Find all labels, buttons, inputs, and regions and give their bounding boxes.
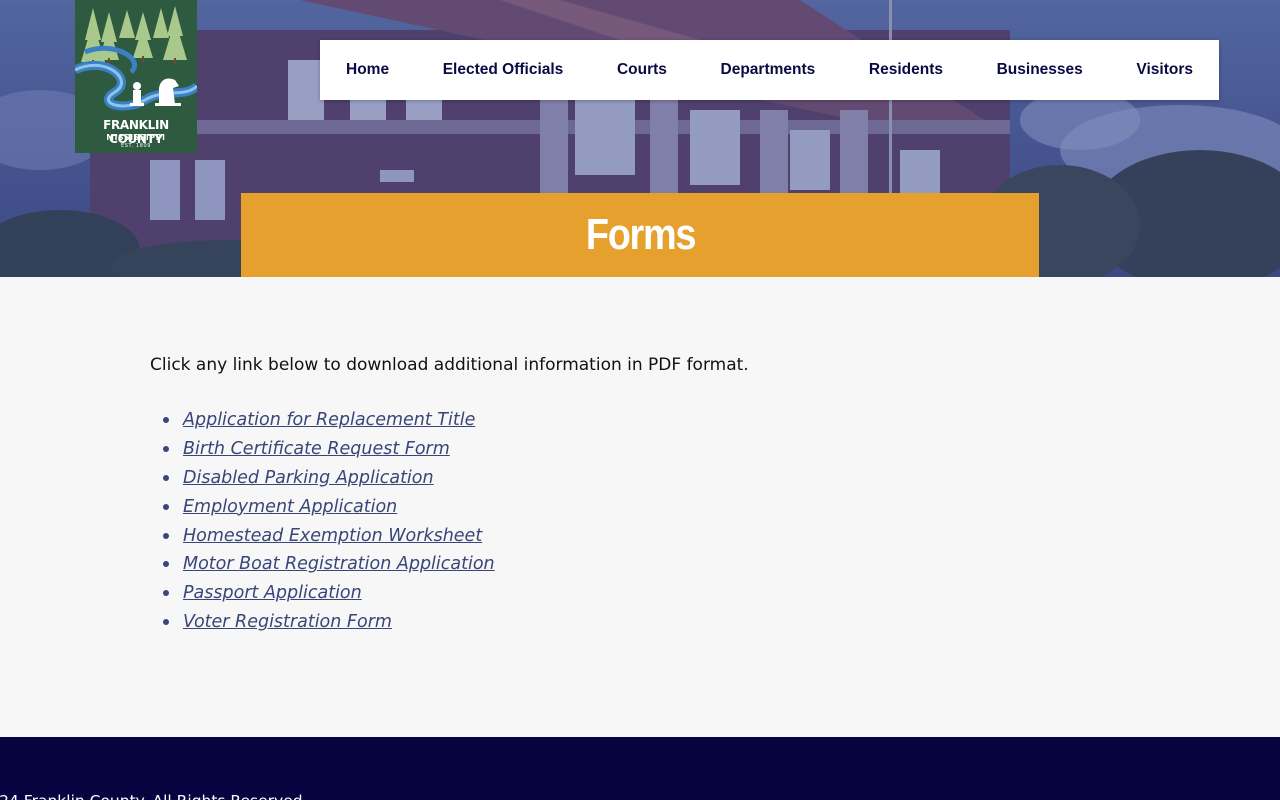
form-link-replacement-title[interactable]: Application for Replacement Title (183, 410, 475, 430)
form-link-employment[interactable]: Employment Application (183, 497, 397, 517)
intro-text: Click any link below to download additio… (150, 355, 749, 375)
page-title-banner: Forms (241, 193, 1039, 277)
list-item: Passport Application (150, 581, 495, 610)
main-navigation: Home Elected Officials Courts Department… (320, 40, 1219, 100)
bullet-icon (163, 503, 169, 510)
copyright-text: © 2024 Franklin County. All Rights Reser… (0, 791, 308, 800)
county-logo[interactable]: FRANKLIN COUNTY MISSISSIPPI EST. 1809 (75, 0, 197, 153)
bullet-icon (163, 590, 169, 597)
bullet-icon (163, 445, 169, 452)
nav-item-businesses[interactable]: Businesses (997, 61, 1083, 79)
nav-item-visitors[interactable]: Visitors (1136, 61, 1193, 79)
form-link-voter-registration[interactable]: Voter Registration Form (183, 612, 392, 632)
bullet-icon (163, 561, 169, 568)
form-link-homestead-exemption[interactable]: Homestead Exemption Worksheet (183, 526, 482, 546)
list-item: Application for Replacement Title (150, 408, 495, 437)
list-item: Homestead Exemption Worksheet (150, 524, 495, 553)
logo-state-name: MISSISSIPPI (106, 133, 166, 142)
list-item: Birth Certificate Request Form (150, 437, 495, 466)
nav-item-elected-officials[interactable]: Elected Officials (443, 61, 564, 79)
site-footer: © 2024 Franklin County. All Rights Reser… (0, 737, 1280, 800)
list-item: Motor Boat Registration Application (150, 552, 495, 581)
form-link-disabled-parking[interactable]: Disabled Parking Application (183, 468, 434, 488)
nav-item-residents[interactable]: Residents (869, 61, 943, 79)
list-item: Employment Application (150, 495, 495, 524)
form-link-passport[interactable]: Passport Application (183, 583, 362, 603)
form-link-birth-certificate[interactable]: Birth Certificate Request Form (183, 439, 450, 459)
form-link-motor-boat[interactable]: Motor Boat Registration Application (183, 554, 495, 574)
nav-item-departments[interactable]: Departments (721, 61, 816, 79)
bullet-icon (163, 417, 169, 423)
list-item: Disabled Parking Application (150, 466, 495, 495)
bullet-icon (163, 619, 169, 626)
bullet-icon (163, 532, 169, 539)
forms-list: Application for Replacement Title Birth … (150, 408, 495, 639)
pine-river-emblem-icon (75, 6, 197, 111)
page-title: Forms (585, 210, 695, 259)
nav-item-home[interactable]: Home (346, 61, 389, 79)
logo-established: EST. 1809 (120, 143, 152, 149)
nav-item-courts[interactable]: Courts (617, 61, 667, 79)
list-item: Voter Registration Form (150, 610, 495, 639)
bullet-icon (163, 474, 169, 481)
